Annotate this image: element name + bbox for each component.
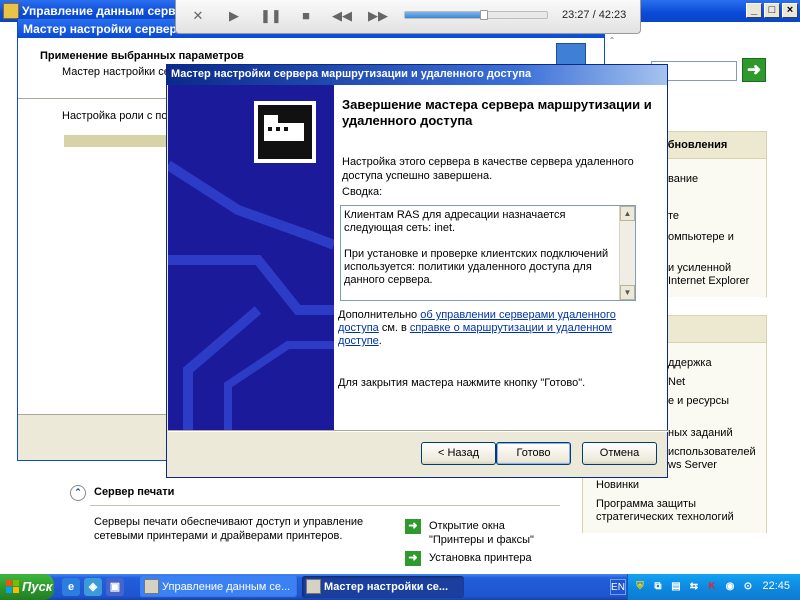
green-arrow-icon: ➜	[405, 551, 421, 566]
back-button[interactable]: < Назад	[421, 442, 496, 465]
configure-server-title: Мастер настройки сервера	[23, 22, 184, 36]
summary-label: Сводка:	[342, 186, 383, 198]
taskbar: Пуск e ◈ ▣ Управление данным се... Масте…	[0, 574, 800, 600]
media-player-bar: ✕ ▶ ❚❚ ■ ◀◀ ▶▶ 23:27 / 42:23 ⌃	[175, 0, 641, 45]
time-total: 42:23	[598, 9, 627, 21]
more-info-suffix: .	[378, 335, 382, 347]
floppy-icon[interactable]: ▣	[106, 578, 124, 596]
right-link-8[interactable]: е и ресурсы	[668, 395, 729, 407]
print-server-header[interactable]: ⌃ Сервер печати	[70, 483, 560, 503]
finish-button[interactable]: Готово	[496, 442, 571, 465]
right-link-7[interactable]: Net	[668, 376, 685, 388]
window-icon	[144, 579, 159, 594]
start-button[interactable]: Пуск	[0, 574, 54, 600]
cys-status-text: Настройка роли с по	[62, 110, 168, 122]
chevron-up-icon[interactable]: ⌃	[70, 485, 86, 501]
play-icon[interactable]: ▶	[224, 7, 244, 25]
taskbar-item-configure-wizard[interactable]: Мастер настройки се...	[302, 576, 464, 598]
manage-server-title: Управление данным серве	[22, 4, 183, 18]
time-separator: /	[589, 9, 599, 21]
summary-text: Клиентам RAS для адресации назначается с…	[344, 209, 614, 287]
taskbar-item-manage-server[interactable]: Управление данным се...	[140, 576, 298, 598]
print-server-title: Сервер печати	[94, 486, 175, 498]
cancel-button[interactable]: Отмена	[582, 442, 657, 465]
cys-progress-bar	[64, 135, 174, 147]
pause-icon[interactable]: ❚❚	[260, 7, 282, 25]
antivirus-icon[interactable]: K	[704, 579, 720, 595]
maximize-button[interactable]: □	[764, 3, 780, 18]
right-link-program[interactable]: Программа защиты	[596, 497, 776, 511]
dialog-separator	[168, 430, 668, 432]
more-info-text: Дополнительно об управлении серверами уд…	[338, 309, 628, 348]
network-icon[interactable]: ⧉	[650, 579, 666, 595]
right-link-3[interactable]: омпьютере и	[668, 231, 734, 243]
right-link-strategic[interactable]: стратегических технологий	[596, 510, 776, 524]
close-icon[interactable]: ✕	[188, 7, 208, 25]
wizard-content-pane: Завершение мастера сервера маршрутизации…	[334, 85, 667, 430]
show-desktop-icon[interactable]: ◈	[84, 578, 102, 596]
grip-handle-icon[interactable]: ⌃	[602, 36, 622, 46]
close-instruction: Для закрытия мастера нажмите кнопку "Гот…	[338, 377, 586, 389]
time-current: 23:27	[562, 9, 590, 21]
right-link-news[interactable]: Новинки	[596, 478, 776, 492]
more-info-middle: см. в	[378, 322, 410, 334]
fast-forward-icon[interactable]: ▶▶	[368, 7, 388, 25]
print-server-description: Серверы печати обеспечивают доступ и упр…	[94, 516, 364, 542]
summary-textbox[interactable]: Клиентам RAS для адресации назначается с…	[340, 205, 636, 301]
rras-wizard-title: Мастер настройки сервера маршрутизации и…	[171, 68, 532, 80]
right-link-5[interactable]: Internet Explorer	[668, 275, 749, 287]
cys-heading: Применение выбранных параметров	[40, 50, 244, 62]
time-display: 23:27 / 42:23	[562, 9, 626, 21]
seek-slider[interactable]	[404, 10, 548, 20]
updates-panel-title: обновления	[661, 139, 728, 151]
cys-subheading: Мастер настройки се	[62, 66, 170, 78]
arrow-right-icon: ➜	[746, 60, 762, 79]
more-info-prefix: Дополнительно	[338, 309, 421, 321]
system-tray: ⛨ ⧉ ▤ ⇆ K ◉ ⊙ 22:45	[627, 574, 800, 600]
rras-wizard-dialog: Мастер настройки сервера маршрутизации и…	[166, 64, 668, 478]
right-link-2[interactable]: те	[668, 210, 679, 222]
start-label: Пуск	[22, 579, 53, 594]
green-arrow-icon: ➜	[405, 519, 421, 534]
clock: 22:45	[762, 580, 790, 592]
speaker-icon[interactable]: ◉	[722, 579, 738, 595]
summary-scrollbar[interactable]: ▲ ▼	[619, 206, 635, 300]
wizard-intro: Настройка этого сервера в качестве серве…	[342, 156, 634, 182]
summary-paragraph-1: Клиентам RAS для адресации назначается с…	[344, 209, 566, 234]
wizard-heading: Завершение мастера сервера маршрутизации…	[342, 97, 652, 128]
language-indicator[interactable]: EN	[610, 579, 626, 595]
shield-icon[interactable]: ⛨	[632, 579, 648, 595]
wizard-side-banner	[168, 85, 334, 430]
right-link-10[interactable]: использователей	[668, 446, 756, 458]
network-banner-graphic	[168, 85, 334, 430]
install-printer-link[interactable]: ➜ Установка принтера	[405, 551, 555, 566]
taskbar-item-label: Мастер настройки се...	[324, 581, 449, 593]
media-icon[interactable]: ⊙	[740, 579, 756, 595]
seek-progress	[405, 12, 484, 18]
open-printers-link[interactable]: ➜ Открытие окна "Принтеры и факсы"	[405, 519, 555, 549]
rras-wizard-titlebar[interactable]: Мастер настройки сервера маршрутизации и…	[167, 65, 667, 85]
search-go-button[interactable]: ➜	[742, 58, 766, 82]
summary-paragraph-2: При установке и проверке клиентских подк…	[344, 248, 609, 286]
right-link-11[interactable]: ws Server	[668, 459, 717, 471]
right-link-6[interactable]: ддержка	[668, 357, 712, 369]
rewind-icon[interactable]: ◀◀	[332, 7, 352, 25]
taskbar-item-label: Управление данным се...	[162, 581, 291, 593]
stop-icon[interactable]: ■	[296, 7, 316, 25]
seek-handle[interactable]	[479, 10, 488, 20]
scroll-up-icon[interactable]: ▲	[620, 206, 635, 221]
connection-icon[interactable]: ⇆	[686, 579, 702, 595]
windows-logo-icon	[6, 580, 19, 593]
right-link-1[interactable]: вание	[668, 173, 698, 185]
print-server-divider	[90, 505, 560, 506]
right-link-9[interactable]: ных заданий	[668, 427, 733, 439]
manage-server-app-icon	[3, 3, 19, 19]
computer-icon[interactable]: ▤	[668, 579, 684, 595]
close-button[interactable]: ×	[782, 3, 798, 18]
internet-explorer-icon[interactable]: e	[62, 578, 80, 596]
window-icon	[306, 579, 321, 594]
scroll-down-icon[interactable]: ▼	[620, 285, 635, 300]
right-link-4[interactable]: и усиленной	[668, 262, 731, 274]
minimize-button[interactable]: _	[746, 3, 762, 18]
